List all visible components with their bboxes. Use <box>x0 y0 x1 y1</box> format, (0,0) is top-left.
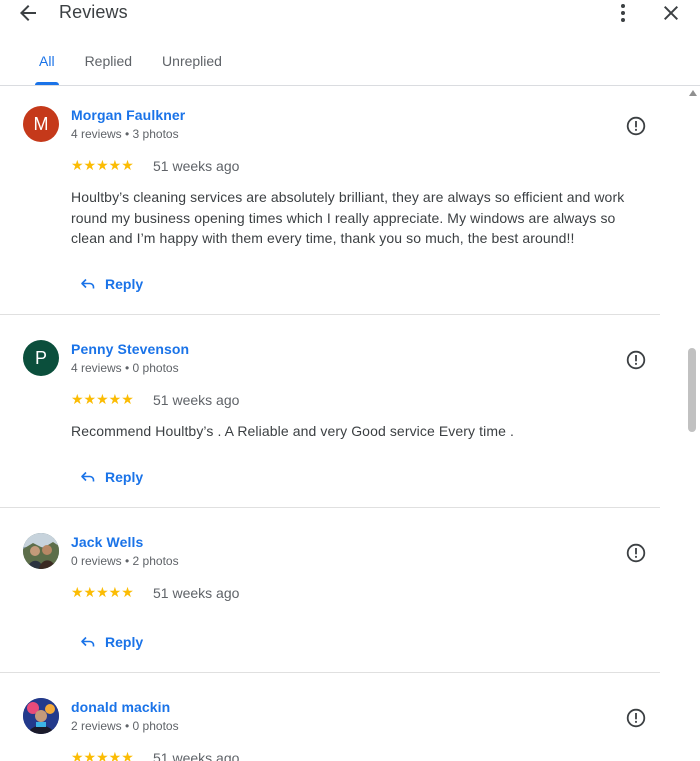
tab-all-label: All <box>39 53 55 69</box>
reply-icon <box>81 278 95 289</box>
reviewer-name[interactable]: Morgan Faulkner <box>71 107 185 123</box>
tab-replied-label: Replied <box>84 53 133 69</box>
scroll-thumb[interactable] <box>688 348 696 432</box>
more-vert-icon[interactable] <box>611 1 635 25</box>
page-title: Reviews <box>59 2 128 22</box>
review-date: 51 weeks ago <box>153 158 240 174</box>
star-rating: ★★★★★ <box>71 584 134 600</box>
review-date: 51 weeks ago <box>153 750 240 761</box>
reply-label: Reply <box>105 469 144 485</box>
header: Reviews All Replied Unreplied <box>0 0 700 86</box>
review-date: 51 weeks ago <box>153 392 240 408</box>
tab-all[interactable]: All <box>24 40 70 86</box>
avatar[interactable]: M <box>23 106 59 142</box>
reply-label: Reply <box>105 634 144 650</box>
star-rating: ★★★★★ <box>71 749 134 761</box>
active-tab-indicator <box>35 82 59 85</box>
reviewer-meta: 4 reviews • 3 photos <box>71 127 179 141</box>
star-rating: ★★★★★ <box>71 391 134 407</box>
avatar-photo <box>23 533 59 569</box>
review-list: M Morgan Faulkner 4 reviews • 3 photos ★… <box>0 87 686 761</box>
flag-icon[interactable] <box>626 708 646 728</box>
flag-icon[interactable] <box>626 543 646 563</box>
reply-button[interactable]: Reply <box>80 467 143 487</box>
avatar[interactable]: P <box>23 340 59 376</box>
reply-label: Reply <box>105 276 144 292</box>
review-item: donald mackin 2 reviews • 0 photos ★★★★★… <box>0 673 660 761</box>
review-item: M Morgan Faulkner 4 reviews • 3 photos ★… <box>0 87 660 315</box>
reviewer-name[interactable]: donald mackin <box>71 699 170 715</box>
reviewer-meta: 2 reviews • 0 photos <box>71 719 179 733</box>
scroll-up-arrow-icon[interactable] <box>689 90 697 96</box>
reply-icon <box>81 471 95 482</box>
reviewer-name[interactable]: Penny Stevenson <box>71 341 189 357</box>
tab-bar: All Replied Unreplied <box>24 40 237 86</box>
review-text: Recommend Houltby’s . A Reliable and ver… <box>71 423 514 439</box>
reply-button[interactable]: Reply <box>80 274 143 294</box>
tab-unreplied[interactable]: Unreplied <box>147 40 237 86</box>
arrow-back-icon[interactable] <box>16 1 40 25</box>
flag-icon[interactable] <box>626 350 646 370</box>
avatar-photo <box>23 698 59 734</box>
reviewer-meta: 0 reviews • 2 photos <box>71 554 179 568</box>
review-item: P Penny Stevenson 4 reviews • 0 photos ★… <box>0 315 660 508</box>
reply-button[interactable]: Reply <box>80 632 143 652</box>
flag-icon[interactable] <box>626 116 646 136</box>
avatar[interactable] <box>23 533 59 569</box>
close-icon[interactable] <box>659 1 683 25</box>
review-item: Jack Wells 0 reviews • 2 photos ★★★★★ 51… <box>0 508 660 673</box>
tab-unreplied-label: Unreplied <box>162 53 222 69</box>
review-text: Houltby’s cleaning services are absolute… <box>71 189 625 246</box>
reply-icon <box>81 636 95 647</box>
tab-replied[interactable]: Replied <box>70 40 147 86</box>
reviewer-name[interactable]: Jack Wells <box>71 534 143 550</box>
reviewer-meta: 4 reviews • 0 photos <box>71 361 179 375</box>
avatar[interactable] <box>23 698 59 734</box>
scrollbar[interactable] <box>686 87 700 761</box>
star-rating: ★★★★★ <box>71 157 134 173</box>
review-date: 51 weeks ago <box>153 585 240 601</box>
reviews-panel: Reviews All Replied Unreplied M Morgan F… <box>0 0 700 761</box>
